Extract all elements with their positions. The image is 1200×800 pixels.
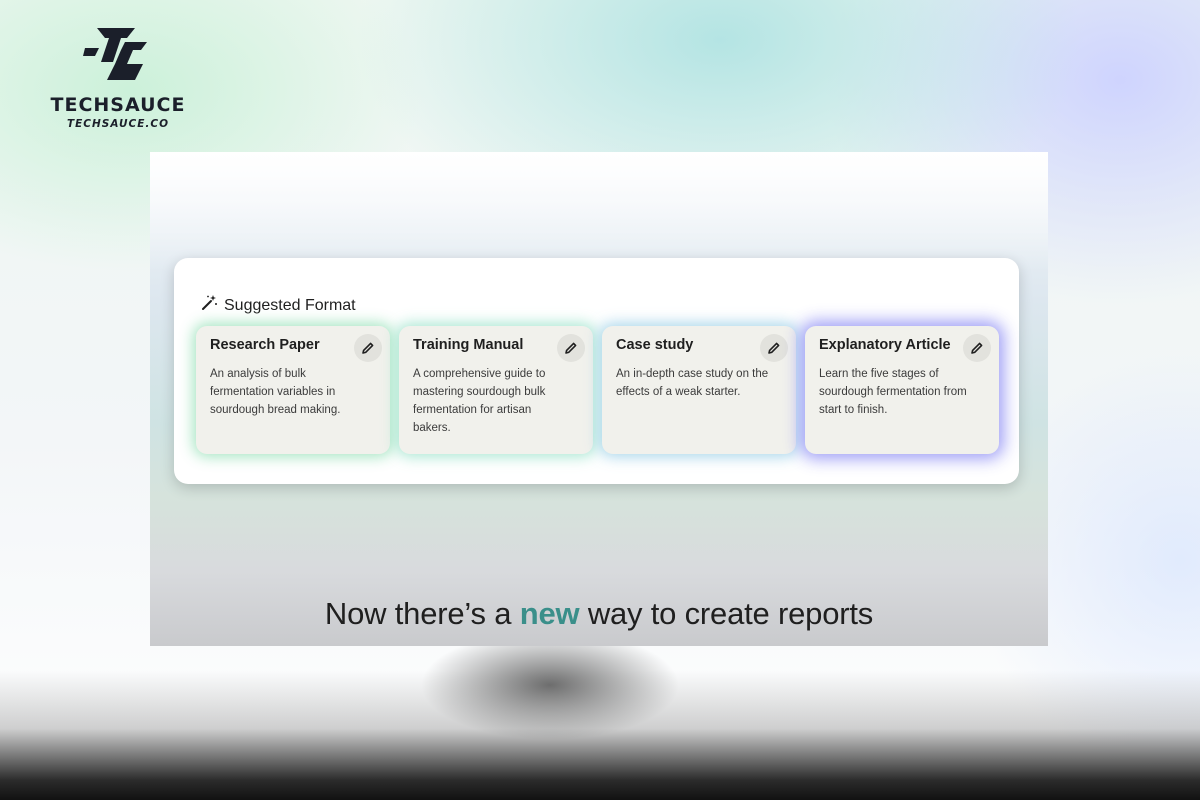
pencil-icon [362, 342, 374, 354]
magic-wand-icon [200, 294, 218, 317]
techsauce-logo-icon [83, 28, 147, 80]
logo-domain: TECHSAUCE.CO [66, 118, 170, 130]
video-frame: Suggested Format Research Paper An analy… [150, 152, 1048, 646]
edit-button[interactable] [963, 334, 991, 362]
card-title: Training Manual [413, 337, 524, 353]
suggested-format-panel: Suggested Format Research Paper An analy… [174, 258, 1019, 484]
panel-header: Suggested Format [200, 294, 356, 317]
card-description: A comprehensive guide to mastering sourd… [413, 368, 546, 434]
logo-name: TECHSAUCE [50, 94, 186, 116]
pencil-icon [971, 342, 983, 354]
format-card-explanatory-article[interactable]: Explanatory Article Learn the five stage… [805, 326, 999, 454]
edit-button[interactable] [557, 334, 585, 362]
caption-text-start: Now there’s a [324, 596, 512, 631]
card-description: An in-depth case study on the effects of… [616, 368, 769, 398]
card-title: Explanatory Article [819, 337, 951, 353]
caption-highlight: new [519, 596, 580, 631]
card-description: Learn the five stages of sourdough ferme… [819, 368, 967, 416]
edit-button[interactable] [760, 334, 788, 362]
format-card-case-study[interactable]: Case study An in-depth case study on the… [602, 326, 796, 454]
card-title: Research Paper [210, 337, 320, 353]
card-title: Case study [616, 337, 694, 353]
panel-title: Suggested Format [224, 296, 356, 314]
pencil-icon [768, 342, 780, 354]
format-cards: Research Paper An analysis of bulk ferme… [196, 326, 999, 454]
format-card-research-paper[interactable]: Research Paper An analysis of bulk ferme… [196, 326, 390, 454]
background-shadow [0, 670, 1200, 800]
caption-text-end: way to create reports [587, 596, 874, 631]
edit-button[interactable] [354, 334, 382, 362]
caption: Now there’s a new way to create reports [150, 596, 1048, 632]
techsauce-logo: TECHSAUCE TECHSAUCE.CO [48, 24, 188, 130]
format-card-training-manual[interactable]: Training Manual A comprehensive guide to… [399, 326, 593, 454]
card-description: An analysis of bulk fermentation variabl… [210, 368, 341, 416]
pencil-icon [565, 342, 577, 354]
